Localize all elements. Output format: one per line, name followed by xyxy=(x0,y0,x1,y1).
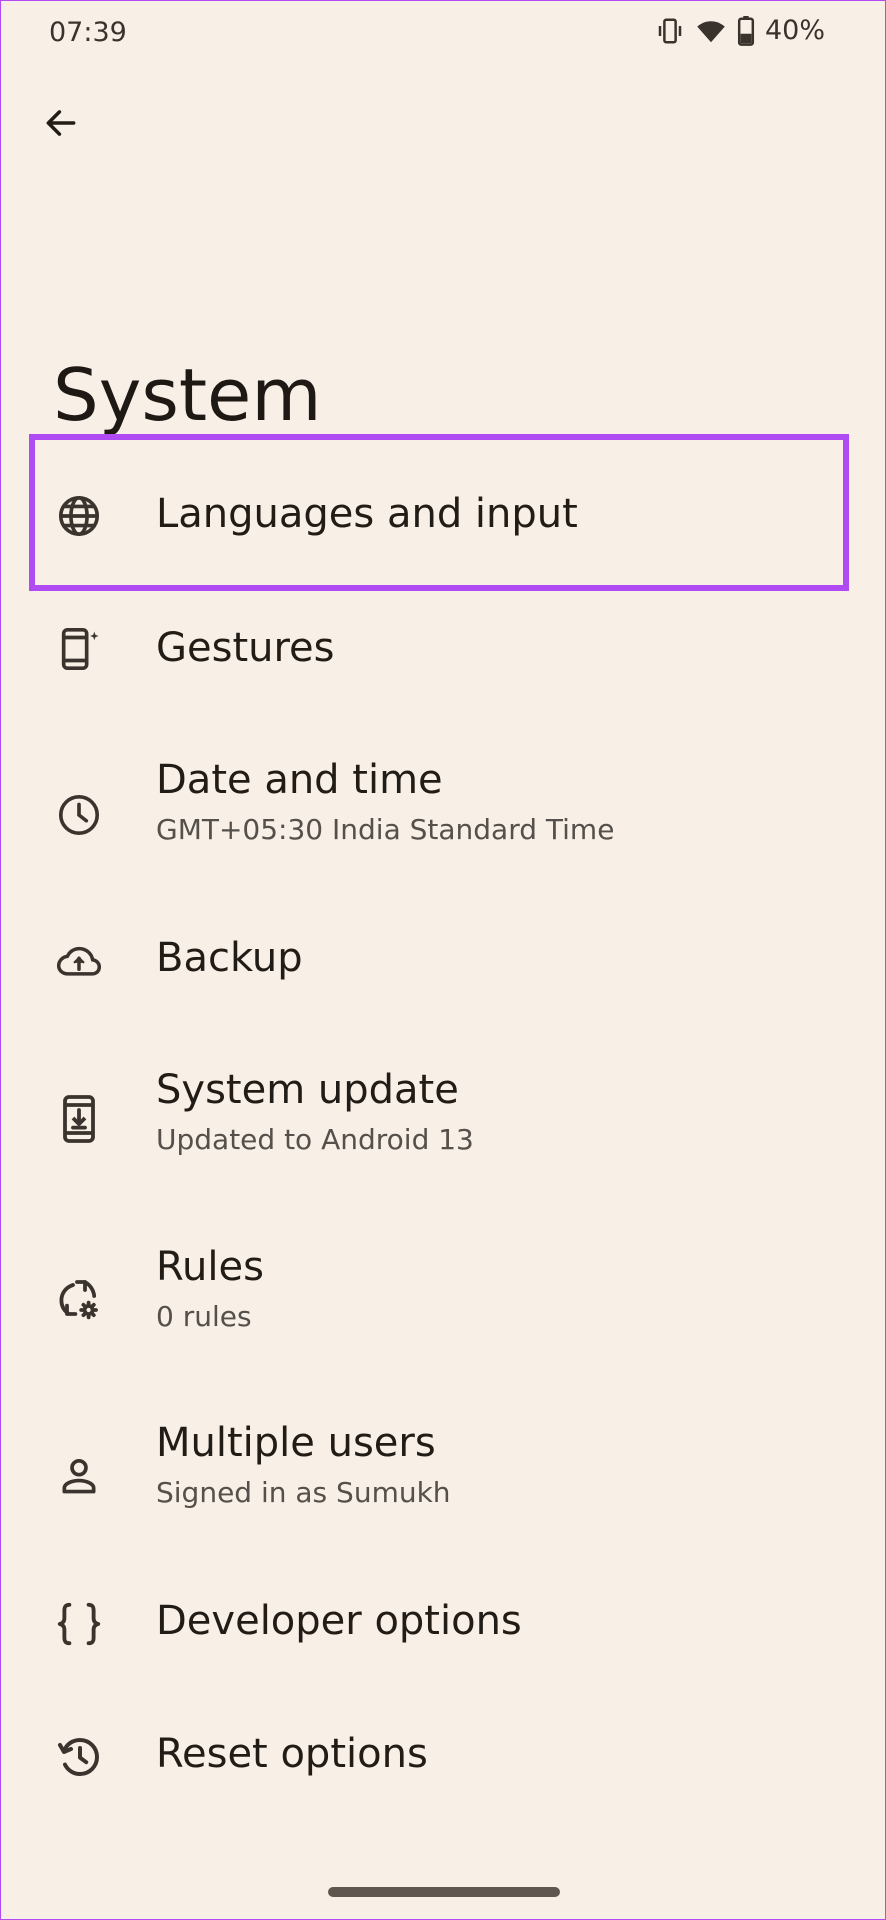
battery-percent: 40% xyxy=(764,15,825,46)
status-bar: 07:39 40% xyxy=(1,1,885,71)
settings-item-subtitle: Updated to Android 13 xyxy=(156,1123,474,1156)
settings-item-system-update[interactable]: System update Updated to Android 13 xyxy=(1,1051,885,1201)
status-time: 07:39 xyxy=(49,17,127,48)
settings-item-backup[interactable]: Backup xyxy=(1,901,885,1021)
status-icons: 40% xyxy=(655,15,825,46)
page-title: System xyxy=(53,353,322,438)
back-button[interactable] xyxy=(33,97,89,153)
wifi-icon xyxy=(695,16,727,46)
battery-icon xyxy=(737,15,755,46)
system-update-icon xyxy=(51,1091,107,1147)
gestures-icon xyxy=(51,621,107,677)
settings-item-subtitle: 0 rules xyxy=(156,1300,252,1333)
settings-item-multiple-users[interactable]: Multiple users Signed in as Sumukh xyxy=(1,1404,885,1554)
home-indicator[interactable] xyxy=(328,1887,560,1897)
settings-screen: 07:39 40% System Languages and input Ges… xyxy=(0,0,886,1920)
settings-item-title: Gestures xyxy=(156,625,335,671)
clock-icon xyxy=(51,787,107,843)
settings-item-reset-options[interactable]: Reset options xyxy=(1,1697,885,1817)
settings-item-rules[interactable]: Rules 0 rules xyxy=(1,1228,885,1378)
rules-icon xyxy=(51,1272,107,1328)
settings-item-title: Languages and input xyxy=(156,491,578,537)
settings-item-subtitle: Signed in as Sumukh xyxy=(156,1476,451,1509)
settings-item-date-time[interactable]: Date and time GMT+05:30 India Standard T… xyxy=(1,741,885,891)
settings-item-title: Date and time xyxy=(156,757,443,803)
settings-item-title: Rules xyxy=(156,1244,264,1290)
vibrate-icon xyxy=(655,16,685,46)
person-icon xyxy=(51,1448,107,1504)
settings-item-title: System update xyxy=(156,1067,459,1113)
arrow-left-icon xyxy=(42,104,80,146)
cloud-upload-icon xyxy=(51,933,107,989)
settings-item-title: Reset options xyxy=(156,1731,428,1777)
history-icon xyxy=(51,1729,107,1785)
settings-item-gestures[interactable]: Gestures xyxy=(1,591,885,711)
globe-icon xyxy=(51,488,107,544)
settings-item-title: Backup xyxy=(156,935,303,981)
settings-item-languages[interactable]: Languages and input xyxy=(1,441,885,591)
settings-item-title: Developer options xyxy=(156,1598,522,1644)
settings-item-developer-options[interactable]: Developer options xyxy=(1,1564,885,1684)
settings-item-subtitle: GMT+05:30 India Standard Time xyxy=(156,813,615,846)
settings-item-title: Multiple users xyxy=(156,1420,436,1466)
braces-icon xyxy=(51,1596,107,1652)
